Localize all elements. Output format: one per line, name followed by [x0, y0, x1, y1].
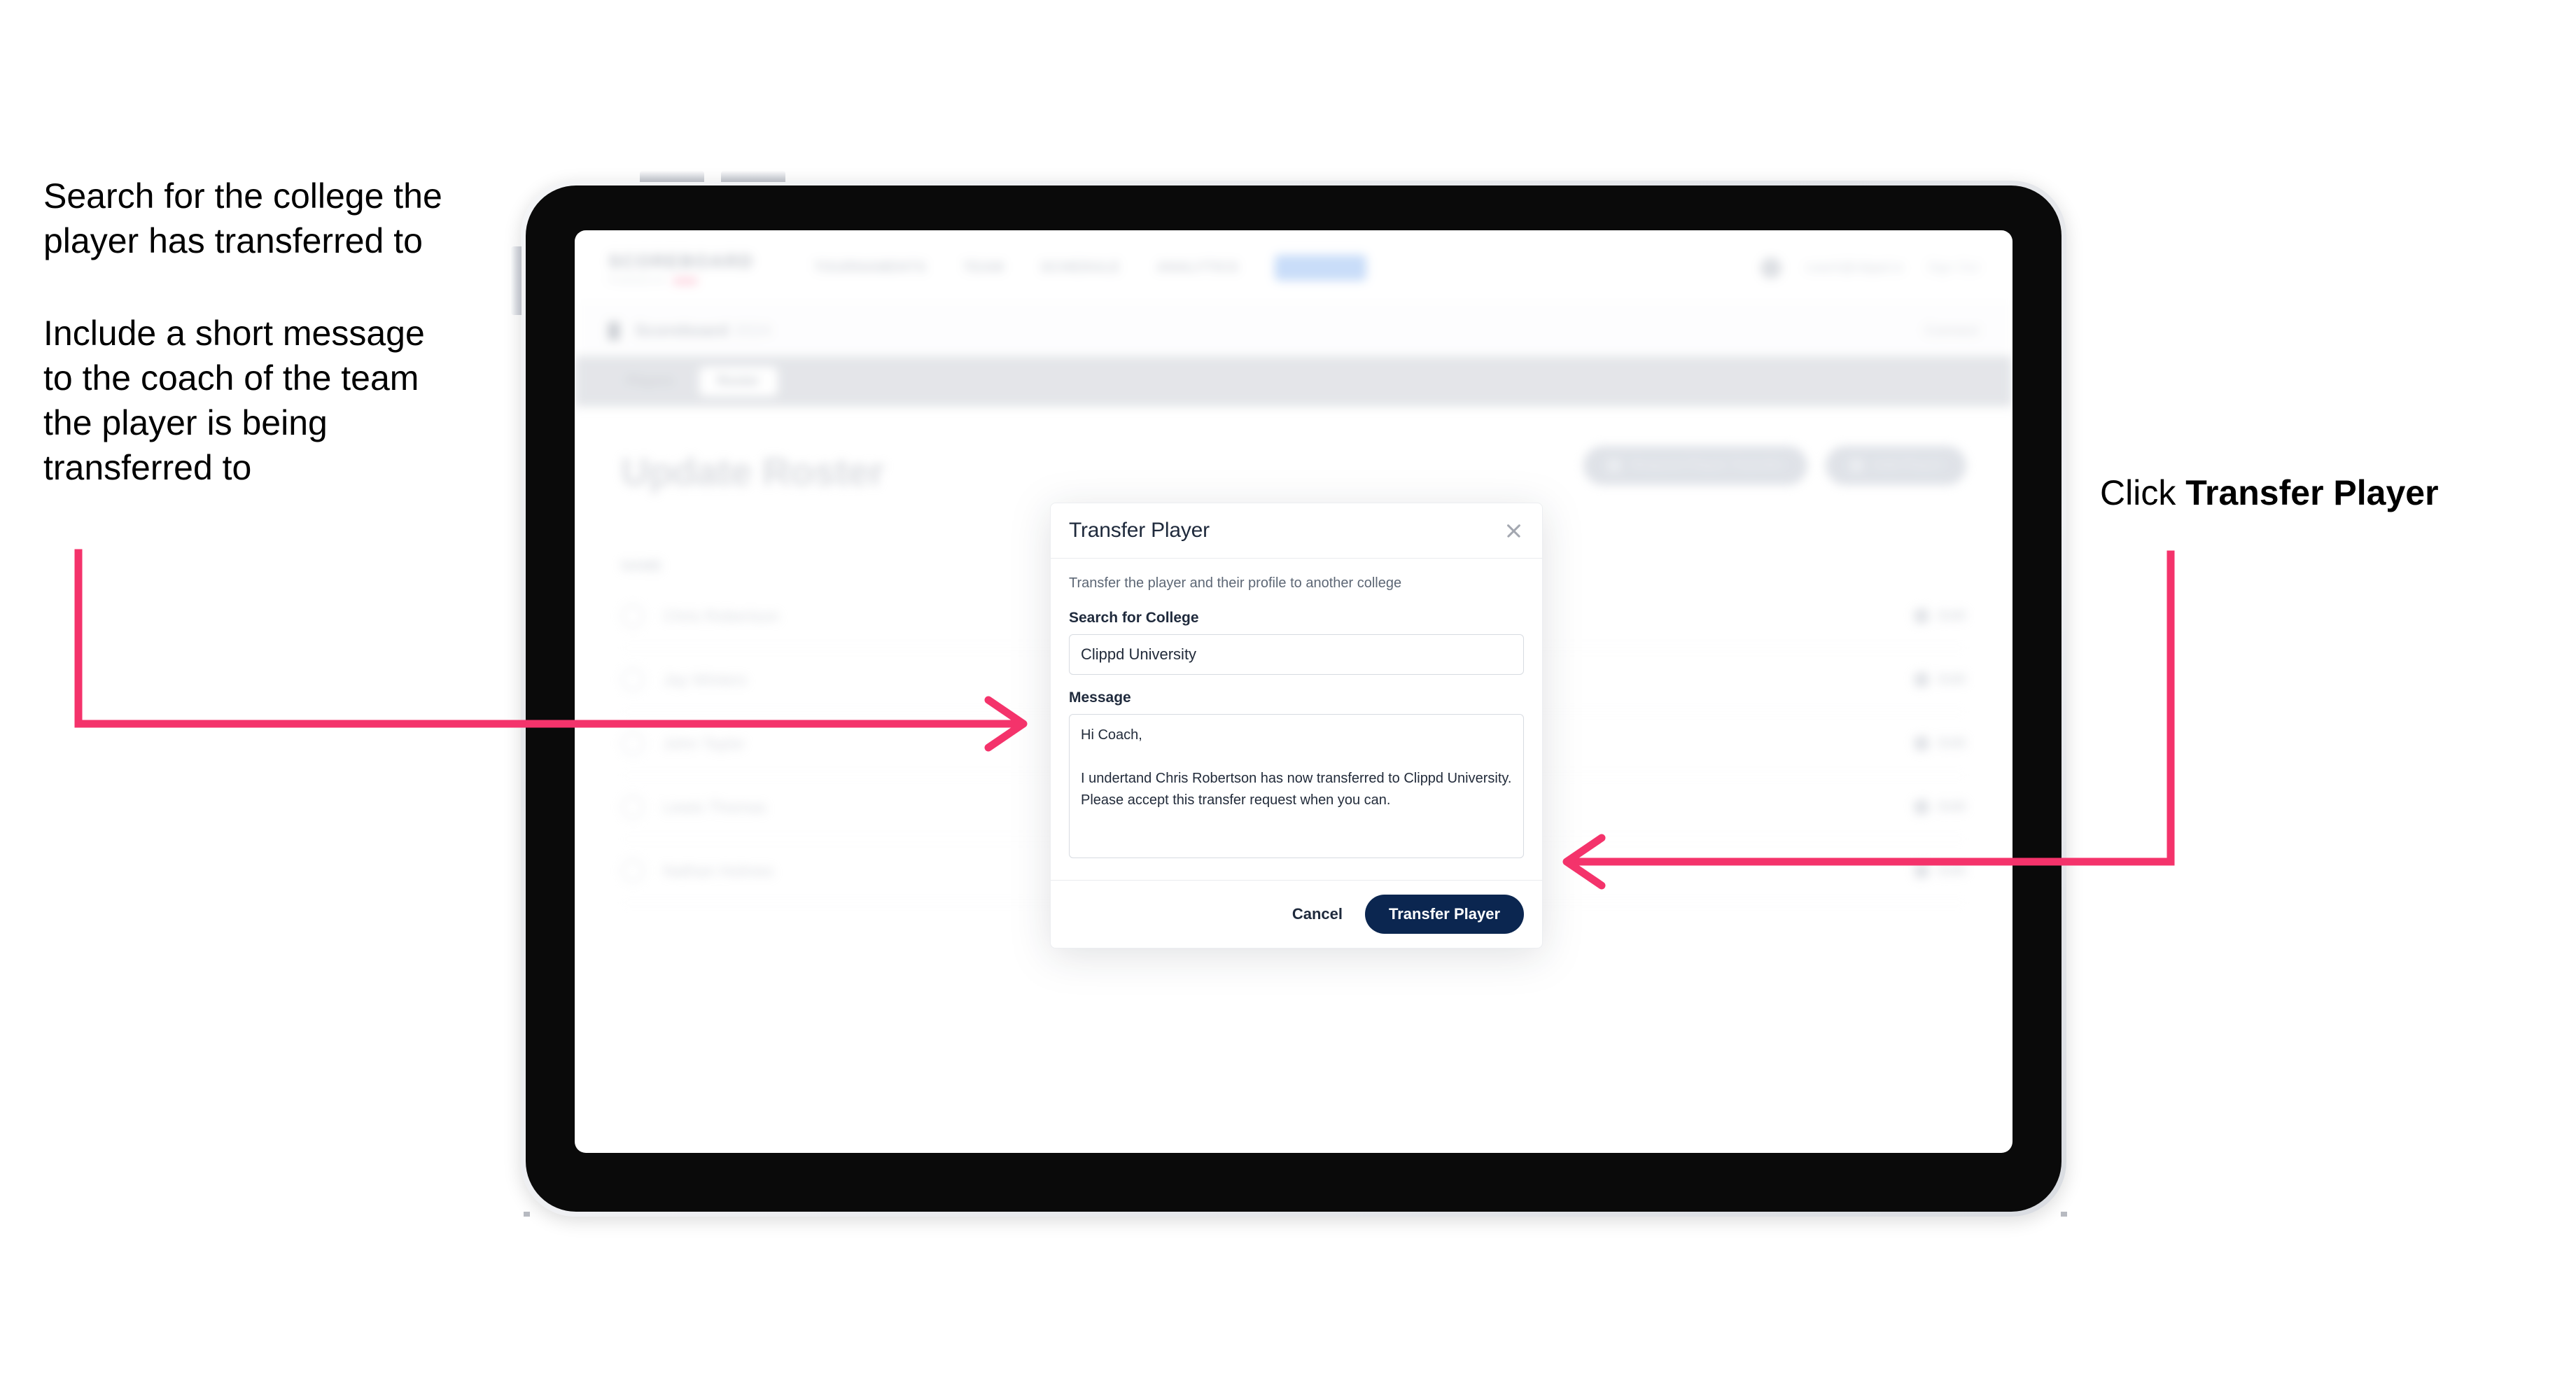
edit-label: Edit: [1938, 671, 1966, 687]
annotation-right-bold: Transfer Player: [2185, 473, 2439, 512]
transfer-icon: [1607, 458, 1622, 472]
add-player-label: Add Player: [1872, 458, 1942, 472]
field-spacer: [1069, 675, 1524, 690]
annotation-right-prefix: Click: [2100, 473, 2186, 512]
nav-link-roster[interactable]: ROSTER: [1275, 255, 1366, 281]
transfer-player-dialog: Transfer Player Transfer the player and …: [1050, 503, 1543, 948]
message-label: Message: [1069, 690, 1131, 706]
pencil-icon: [1913, 799, 1931, 816]
annotation-left-line-3: Include a short message: [43, 314, 425, 353]
power-button[interactable]: [511, 246, 522, 315]
brand-logo[interactable]: SCOREBOARD POWERED BY: [608, 251, 754, 285]
cancel-button[interactable]: Cancel: [1288, 899, 1347, 929]
app-tabbar: Players Roster: [575, 356, 2012, 407]
annotation-left-line-6: transferred to: [43, 448, 252, 487]
player-name: Nathan Holmes: [663, 861, 774, 880]
tab-players[interactable]: Players: [608, 367, 692, 396]
player-name: Lewis Thomas: [663, 797, 766, 816]
player-name: John Taylor: [663, 734, 746, 752]
annotation-gap: [43, 263, 491, 311]
book-icon: [608, 321, 620, 340]
edit-label: Edit: [1938, 608, 1966, 624]
subheader-title-muted: 2024: [734, 321, 771, 340]
transfer-player-button[interactable]: Transfer Player: [1365, 895, 1524, 934]
volume-up-button[interactable]: [640, 171, 704, 182]
nav-user-email: coach@clippd.io: [1805, 260, 1904, 275]
row-checkbox[interactable]: [621, 795, 645, 819]
column-header-name: NAME: [621, 559, 662, 574]
close-icon[interactable]: [1503, 520, 1524, 541]
edit-link[interactable]: Edit: [1913, 862, 1966, 879]
pencil-icon: [1913, 862, 1931, 879]
brand-tagline: POWERED BY: [608, 276, 668, 285]
subheader-connect-link[interactable]: Connect: [1924, 323, 1979, 340]
row-checkbox[interactable]: [621, 668, 645, 692]
add-player-button[interactable]: Add Player: [1825, 446, 1966, 485]
app-navbar: SCOREBOARD POWERED BY TOURNAMENTS TEAM S…: [575, 230, 2012, 306]
annotation-left: Search for the college the player has tr…: [43, 174, 491, 490]
edit-link[interactable]: Edit: [1913, 608, 1966, 624]
modal-body: Transfer the player and their profile to…: [1051, 559, 1542, 880]
edit-link[interactable]: Edit: [1913, 671, 1966, 688]
annotation-left-line-5: the player is being: [43, 403, 328, 442]
edit-label: Edit: [1938, 735, 1966, 751]
modal-header: Transfer Player: [1051, 503, 1542, 559]
header-actions: Request Player Transfer Add Player: [1583, 446, 1966, 485]
annotation-left-line-1: Search for the college the: [43, 176, 442, 216]
sign-out-link[interactable]: Sign Out: [1927, 260, 1979, 276]
nav-right-cluster: coach@clippd.io Sign Out: [1760, 257, 1979, 279]
modal-footer: Cancel Transfer Player: [1051, 880, 1542, 948]
app-subheader: Scoreboard 2024 Connect: [575, 306, 2012, 356]
player-name: Jay Winters: [663, 670, 748, 689]
pencil-icon: [1913, 608, 1931, 624]
search-college-label: Search for College: [1069, 610, 1199, 626]
player-name: Chris Robertson: [663, 606, 780, 625]
message-textarea[interactable]: [1069, 714, 1524, 858]
edit-label: Edit: [1938, 799, 1966, 815]
nav-link-analytics[interactable]: ANALYTICS: [1156, 260, 1238, 276]
edit-link[interactable]: Edit: [1913, 735, 1966, 752]
annotation-left-line-4: to the coach of the team: [43, 358, 419, 398]
search-college-input[interactable]: [1069, 634, 1524, 675]
brand-tagline-row: POWERED BY: [608, 276, 754, 285]
annotation-right: Click Transfer Player: [2100, 470, 2439, 515]
volume-down-button[interactable]: [721, 171, 785, 182]
request-player-transfer-label: Request Player Transfer: [1631, 458, 1784, 472]
nav-link-team[interactable]: TEAM: [962, 260, 1004, 276]
nav-link-tournaments[interactable]: TOURNAMENTS: [814, 260, 927, 276]
subheader-title: Scoreboard: [635, 321, 729, 340]
brand-badge-icon: [673, 277, 697, 284]
modal-panel: Transfer Player Transfer the player and …: [1050, 503, 1543, 948]
pencil-icon: [1913, 735, 1931, 752]
modal-title: Transfer Player: [1069, 519, 1210, 542]
edit-label: Edit: [1938, 862, 1966, 878]
plus-icon: [1849, 458, 1863, 472]
modal-description: Transfer the player and their profile to…: [1069, 575, 1402, 591]
annotation-left-line-2: player has transferred to: [43, 221, 423, 260]
avatar[interactable]: [1760, 257, 1782, 279]
request-player-transfer-button[interactable]: Request Player Transfer: [1583, 446, 1807, 485]
row-checkbox[interactable]: [621, 732, 645, 755]
row-checkbox[interactable]: [621, 604, 645, 628]
nav-link-schedule[interactable]: SCHEDULE: [1040, 260, 1120, 276]
edit-link[interactable]: Edit: [1913, 799, 1966, 816]
brand-name: SCOREBOARD: [608, 251, 754, 272]
frame-antenna-line: [524, 1212, 530, 1217]
tab-roster[interactable]: Roster: [699, 367, 778, 396]
row-checkbox[interactable]: [621, 859, 645, 883]
pencil-icon: [1913, 671, 1931, 688]
frame-antenna-line: [2061, 1212, 2067, 1217]
nav-links: TOURNAMENTS TEAM SCHEDULE ANALYTICS ROST…: [814, 255, 1366, 281]
